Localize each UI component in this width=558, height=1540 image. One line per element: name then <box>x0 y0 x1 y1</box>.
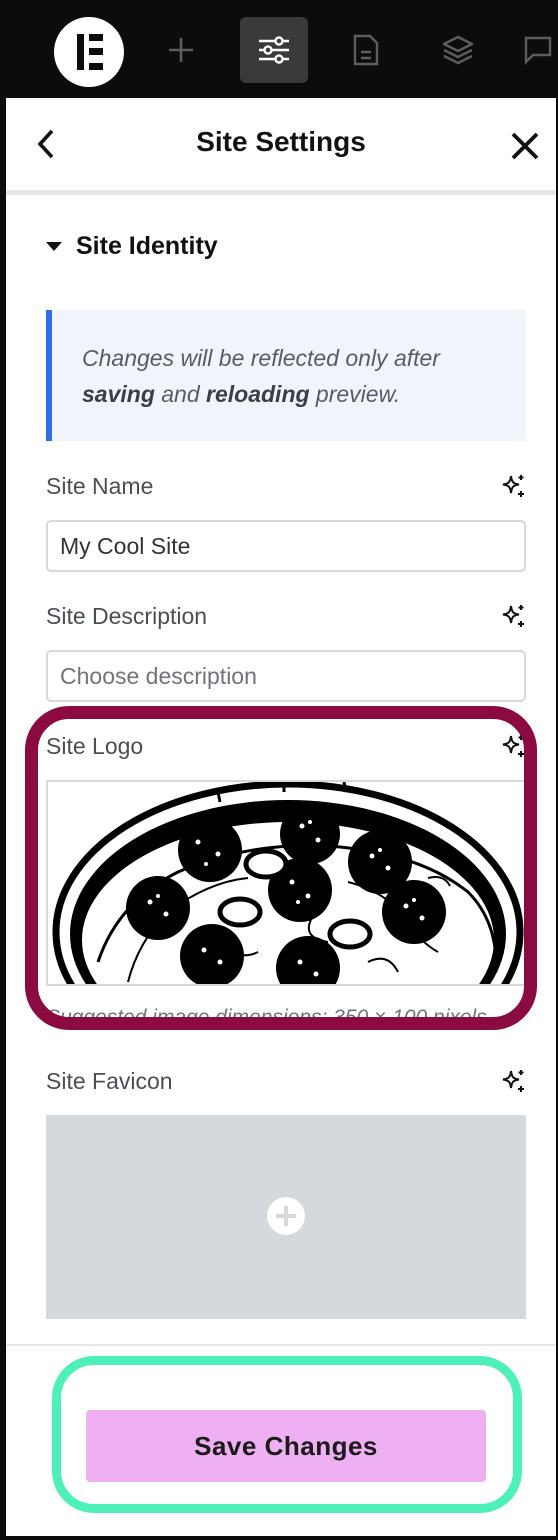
top-toolbar <box>0 0 558 98</box>
caret-down-icon <box>46 241 62 251</box>
notice-bold-saving: saving <box>82 381 155 407</box>
layers-icon <box>442 35 474 65</box>
panel-header: Site Settings <box>6 98 556 195</box>
elementor-logo-icon[interactable] <box>54 17 124 87</box>
notice-text-2: and <box>154 381 207 407</box>
page-settings-button[interactable] <box>332 17 400 83</box>
section-toggle-site-identity[interactable]: Site Identity <box>46 228 218 264</box>
site-description-label: Site Description <box>46 603 208 629</box>
section-title: Site Identity <box>76 231 218 260</box>
ai-sparkle-icon[interactable] <box>500 602 528 630</box>
site-description-input[interactable] <box>46 650 526 702</box>
add-image-icon[interactable] <box>267 1197 305 1235</box>
notice-text-3: preview. <box>309 381 401 407</box>
editor-frame: Site Settings Site Identity Changes will… <box>0 0 558 1540</box>
close-icon[interactable] <box>509 130 541 162</box>
page-title: Site Settings <box>196 126 366 157</box>
save-button-highlight <box>52 1356 522 1513</box>
navigator-button[interactable] <box>424 17 492 83</box>
site-settings-button[interactable] <box>240 17 308 83</box>
site-favicon-label: Site Favicon <box>46 1068 173 1094</box>
ai-sparkle-icon[interactable] <box>500 472 528 500</box>
comments-button[interactable] <box>516 17 558 83</box>
site-name-input[interactable] <box>46 520 526 572</box>
notice-text-1: Changes will be reflected only after <box>82 345 440 371</box>
add-element-button[interactable] <box>147 17 215 83</box>
notice-bold-reloading: reloading <box>206 381 310 407</box>
site-logo-highlight <box>25 706 537 1030</box>
site-favicon-upload[interactable] <box>46 1115 526 1319</box>
plus-icon <box>169 38 193 62</box>
info-notice: Changes will be reflected only after sav… <box>46 310 526 441</box>
site-name-label: Site Name <box>46 473 154 499</box>
sliders-icon <box>259 36 289 64</box>
document-icon <box>353 34 379 66</box>
ai-sparkle-icon[interactable] <box>500 1067 528 1095</box>
site-settings-panel: Site Settings Site Identity Changes will… <box>6 98 556 1536</box>
comment-icon <box>524 36 552 65</box>
